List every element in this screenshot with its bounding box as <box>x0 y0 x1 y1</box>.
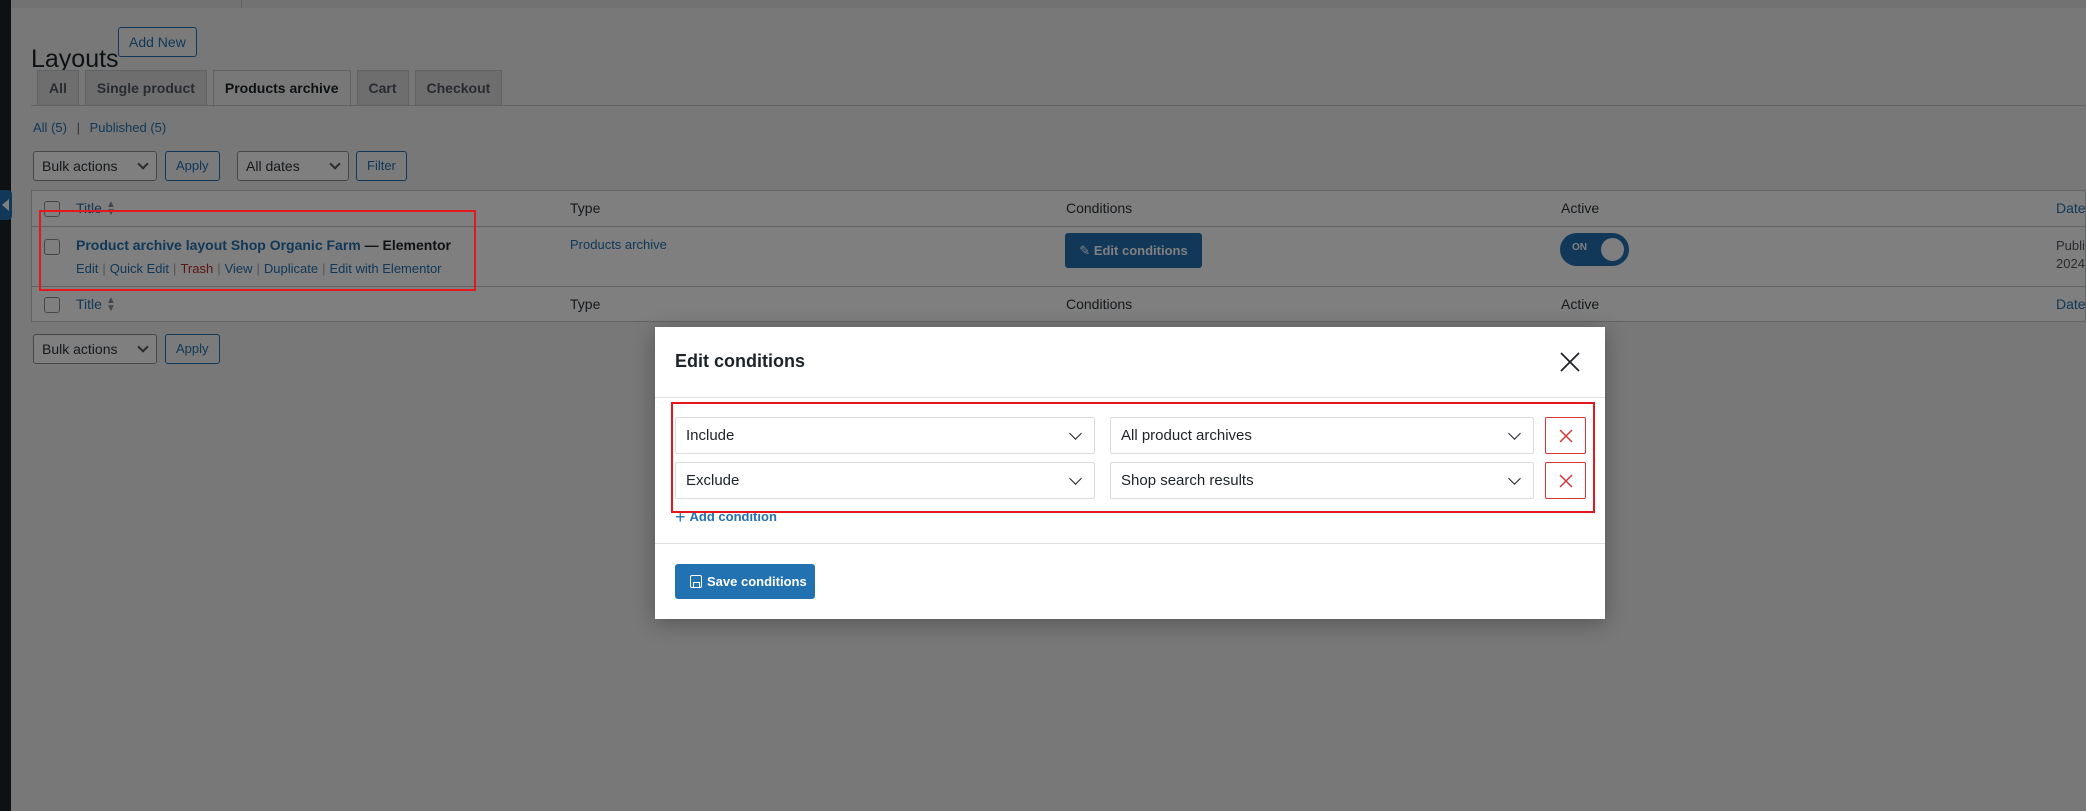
highlight-row-box <box>39 210 476 291</box>
close-icon[interactable] <box>1558 350 1582 374</box>
save-icon <box>690 575 702 588</box>
highlight-conditions-box <box>671 402 1595 513</box>
modal-footer-divider <box>655 543 1605 544</box>
modal-title: Edit conditions <box>675 351 805 371</box>
save-conditions-button[interactable]: Save conditions <box>675 564 815 599</box>
modal-header-divider <box>655 397 1605 398</box>
